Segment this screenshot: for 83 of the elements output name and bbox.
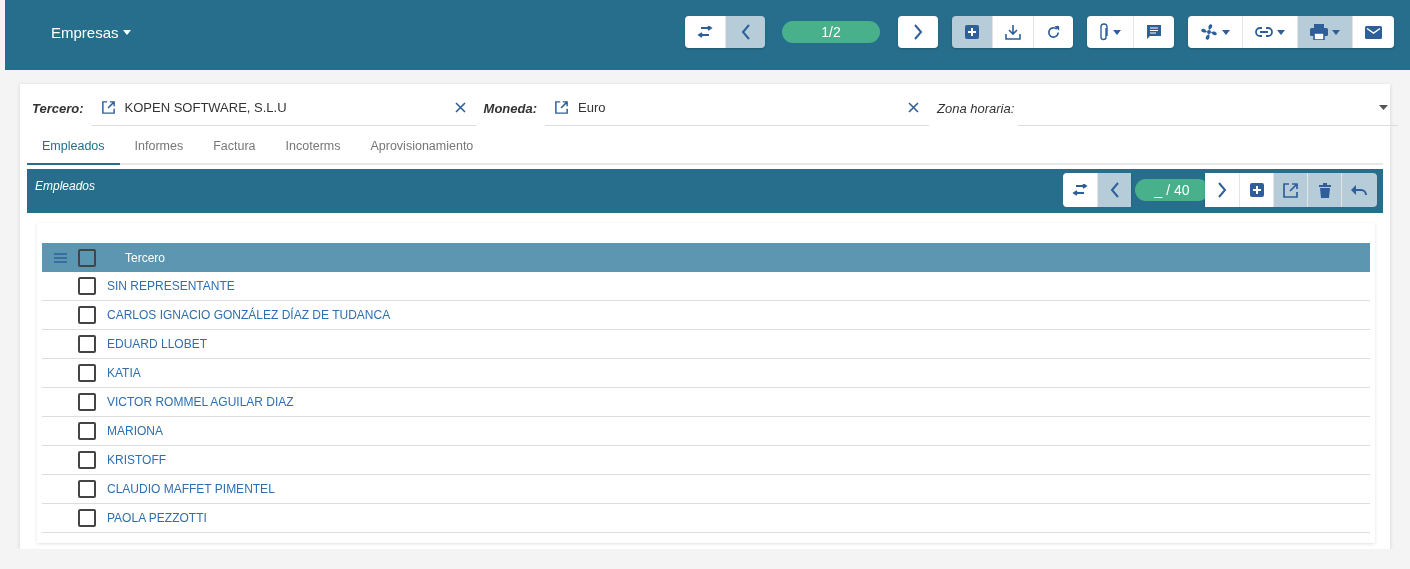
swap-arrows-icon — [697, 26, 713, 38]
employee-link[interactable]: EDUARD LLOBET — [107, 337, 208, 351]
employee-link[interactable]: VICTOR ROMMEL AGUILAR DIAZ — [107, 395, 294, 409]
employee-link[interactable]: KATIA — [107, 366, 141, 380]
employee-link[interactable]: CLAUDIO MAFFET PIMENTEL — [107, 482, 275, 496]
link-button[interactable] — [1242, 16, 1297, 48]
checkbox[interactable] — [78, 393, 96, 411]
mail-button[interactable] — [1352, 16, 1394, 48]
chevron-left-icon — [1109, 182, 1120, 198]
chevron-right-icon — [913, 24, 923, 40]
comment-icon — [1146, 24, 1162, 40]
checkbox[interactable] — [78, 480, 96, 498]
tab[interactable]: Empleados — [27, 132, 120, 165]
panel-title: Empleados — [35, 179, 97, 193]
checkbox[interactable] — [78, 248, 96, 267]
open-external-icon[interactable] — [101, 101, 115, 114]
download-icon — [1005, 24, 1021, 40]
tab[interactable]: Factura — [198, 132, 271, 165]
employee-link[interactable]: KRISTOFF — [107, 453, 167, 467]
link-icon — [1255, 27, 1273, 37]
column-header[interactable]: Tercero — [125, 250, 165, 265]
field-value: KOPEN SOFTWARE, S.L.U — [124, 100, 288, 115]
printer-icon — [1310, 24, 1328, 40]
undo-button[interactable] — [1341, 173, 1377, 207]
checkbox[interactable] — [78, 277, 96, 295]
checkbox[interactable] — [78, 509, 96, 527]
add-button[interactable] — [1239, 173, 1273, 207]
next-button[interactable] — [898, 16, 938, 48]
employee-link[interactable]: CARLOS IGNACIO GONZÁLEZ DÍAZ DE TUDANCA — [107, 308, 391, 322]
employee-link[interactable]: SIN REPRESENTANTE — [107, 279, 235, 293]
checkbox[interactable] — [78, 422, 96, 440]
open-external-icon[interactable] — [555, 101, 568, 114]
chevron-left-icon — [740, 24, 751, 40]
close-icon[interactable] — [908, 102, 919, 113]
open-external-icon — [1283, 182, 1298, 198]
caret-icon — [1113, 29, 1121, 35]
caret-icon — [1332, 29, 1340, 35]
plus-square-icon — [1249, 183, 1264, 197]
caret-icon — [1222, 29, 1230, 35]
mail-icon — [1365, 25, 1382, 39]
next-button[interactable] — [1205, 173, 1239, 207]
trash-icon — [1318, 182, 1331, 198]
input-field[interactable]: KOPEN SOFTWARE, S.L.U — [91, 90, 476, 126]
checkbox[interactable] — [78, 364, 96, 382]
tab[interactable]: Aprovisionamiento — [355, 132, 489, 165]
print-button[interactable] — [1297, 16, 1352, 48]
caret-icon — [1379, 105, 1389, 110]
tab[interactable]: Informes — [119, 132, 199, 165]
delete-button[interactable] — [1307, 173, 1341, 207]
field-label: Zona horaria: — [937, 100, 1015, 116]
field-value: Euro — [578, 100, 607, 115]
checkbox[interactable] — [78, 451, 96, 469]
checkbox[interactable] — [78, 335, 96, 353]
caret-icon — [122, 29, 131, 35]
plus-square-icon — [965, 25, 979, 39]
checkbox[interactable] — [78, 306, 96, 324]
chevron-right-icon — [1217, 182, 1227, 198]
field-label: Tercero: — [32, 100, 84, 116]
open-button[interactable] — [1273, 173, 1307, 207]
tab[interactable]: Incoterms — [270, 132, 356, 165]
previous-button[interactable] — [1097, 173, 1131, 207]
employee-link[interactable]: MARIONA — [107, 424, 163, 438]
module-menu[interactable]: Empresas — [51, 23, 131, 41]
caret-icon — [1277, 29, 1285, 35]
page-counter: 1/2 — [782, 21, 880, 43]
attach-button[interactable] — [1087, 16, 1133, 48]
input-field[interactable]: Euro — [545, 90, 929, 126]
download-button[interactable] — [992, 16, 1033, 48]
undo-icon — [1351, 184, 1368, 196]
comment-button[interactable] — [1133, 16, 1174, 48]
paperclip-icon — [1099, 23, 1109, 41]
field-label: Moneda: — [483, 100, 537, 116]
refresh-button[interactable] — [1033, 16, 1073, 48]
add-button[interactable] — [952, 16, 992, 48]
refresh-icon — [1046, 24, 1061, 40]
previous-button[interactable] — [725, 16, 765, 48]
fan-icon — [1200, 23, 1218, 41]
employee-link[interactable]: PAOLA PEZZOTTI — [107, 511, 207, 525]
swap-arrows-icon — [1072, 184, 1088, 196]
swap-button[interactable] — [1063, 173, 1097, 207]
swap-button[interactable] — [685, 16, 725, 48]
close-icon[interactable] — [454, 102, 466, 113]
fan-button[interactable] — [1188, 16, 1242, 48]
